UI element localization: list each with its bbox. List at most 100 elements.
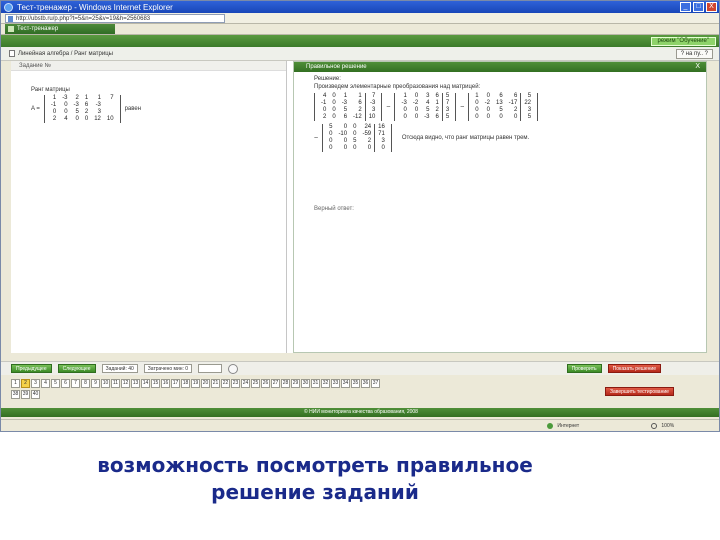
task-number-cell[interactable]: 2 [21, 379, 30, 388]
browser-tab[interactable]: Тест-тренажер [5, 24, 115, 34]
matrix-cell: 0 [64, 102, 68, 108]
maximize-button[interactable]: □ [693, 2, 704, 12]
task-number-cell[interactable]: 10 [101, 379, 110, 388]
task-number-cell[interactable]: 29 [291, 379, 300, 388]
matrix-cell: 5 [499, 107, 503, 113]
task-number-cell[interactable]: 20 [201, 379, 210, 388]
matrix-cell: 6 [435, 93, 439, 99]
prev-button[interactable]: Предыдущее [11, 364, 52, 373]
solution-subtitle: Произведем элементарные преобразования н… [314, 84, 481, 90]
task-label: Ранг матрицы [31, 87, 70, 93]
breadcrumb: Линейная алгебра / Ранг матрицы [9, 50, 676, 57]
pause-icon[interactable] [228, 363, 239, 374]
matrix-cell: -3 [62, 95, 68, 101]
task-number-cell[interactable]: 34 [341, 379, 350, 388]
task-number-cell[interactable]: 23 [231, 379, 240, 388]
favorites-bar: Тест-тренажер [1, 24, 719, 35]
document-icon [9, 50, 15, 57]
task-number-cell[interactable]: 9 [91, 379, 100, 388]
next-button[interactable]: Следующее [57, 364, 96, 373]
task-number-cell[interactable]: 35 [351, 379, 360, 388]
solution-pane-title: Правильное решение [306, 64, 367, 70]
matrix-cell: 2 [84, 109, 89, 115]
task-number-cell[interactable]: 11 [111, 379, 120, 388]
task-number-cell[interactable]: 16 [161, 379, 170, 388]
window-titlebar: Тест-тренажер - Windows Internet Explore… [1, 1, 719, 13]
matrix-cell: 0 [353, 145, 357, 151]
task-number-cell[interactable]: 18 [181, 379, 190, 388]
task-number-cell[interactable]: 7 [71, 379, 80, 388]
matrix-cell: 5 [520, 93, 534, 100]
breadcrumb-text[interactable]: Линейная алгебра / Ранг матрицы [18, 51, 113, 57]
solution-matrix-2: 1 0 3 6 5 -3 -2 4 1 7 0 0 5 2 3 0 0 -3 6 5 [394, 93, 457, 121]
matrix-cell: 22 [520, 100, 534, 107]
matrix-cell: 0 [329, 138, 333, 144]
answer-input[interactable] [198, 364, 223, 373]
matrix-cell: 0 [353, 131, 357, 137]
task-number-cell[interactable]: 14 [141, 379, 150, 388]
matrix-cell: -1 [321, 100, 327, 106]
task-number-cell[interactable]: 38 [11, 390, 20, 399]
task-number-cell[interactable]: 21 [211, 379, 220, 388]
matrix-cell: 0 [332, 93, 336, 99]
address-input[interactable]: http://ubstb.ru/p.php?t=5&n=25&v=19&h=25… [5, 13, 225, 23]
task-number-cell[interactable]: 22 [221, 379, 230, 388]
task-number-cell[interactable]: 40 [31, 390, 40, 399]
task-number-cell[interactable]: 1 [11, 379, 20, 388]
matrix-cell: 0 [499, 114, 503, 120]
matrix-cell [104, 102, 117, 109]
task-number-cell[interactable]: 27 [271, 379, 280, 388]
close-button[interactable]: X [706, 2, 717, 12]
task-number-cell[interactable]: 17 [171, 379, 180, 388]
matrix-cell: 2 [323, 114, 327, 120]
task-number-cell[interactable]: 13 [131, 379, 140, 388]
task-number-cell[interactable]: 25 [251, 379, 260, 388]
task-number-cell[interactable]: 5 [51, 379, 60, 388]
matrix-cell: 5 [426, 107, 430, 113]
matrix-cell: 1 [435, 100, 439, 106]
task-number-cell[interactable]: 4 [41, 379, 50, 388]
task-number-cell[interactable]: 12 [121, 379, 130, 388]
finish-test-button[interactable]: Завершить тестирование [605, 387, 674, 396]
matrix-cell: 0 [367, 145, 372, 151]
task-number-cell[interactable]: 3 [31, 379, 40, 388]
matrix-cell: 0 [403, 114, 407, 120]
task-number-cell[interactable]: 6 [61, 379, 70, 388]
matrix-cell: 0 [64, 109, 68, 115]
matrix-cell: 0 [329, 131, 333, 137]
matrix-cell: -17 [508, 100, 518, 106]
task-number-cell[interactable]: 26 [261, 379, 270, 388]
check-button[interactable]: Проверить [566, 364, 602, 373]
task-number-cell[interactable]: 32 [321, 379, 330, 388]
task-number-cell[interactable]: 19 [191, 379, 200, 388]
matrix-cell: 2 [75, 95, 79, 101]
task-pane-header: Задание № [11, 61, 286, 71]
solution-body: Решение: Произведем элементарные преобра… [314, 76, 704, 155]
mode-button[interactable]: режим "Обучение" [650, 36, 716, 46]
close-solution-icon[interactable]: X [695, 62, 700, 72]
task-number-cell[interactable]: 28 [281, 379, 290, 388]
task-number-cell[interactable]: 31 [311, 379, 320, 388]
tab-label: Тест-тренажер [17, 26, 59, 32]
task-number-cell[interactable]: 8 [81, 379, 90, 388]
matrix-cell: -3 [424, 114, 430, 120]
task-number-cell[interactable]: 24 [241, 379, 250, 388]
task-number-cell[interactable]: 33 [331, 379, 340, 388]
task-number-cell[interactable]: 37 [371, 379, 380, 388]
solution-matrix-3: 1 0 6 6 5 0 -2 13 -17 22 0 0 5 2 3 0 0 0 0 5 [468, 93, 539, 121]
zoom-control[interactable]: 100% [651, 420, 674, 431]
matrix-cell: 1 [343, 93, 348, 99]
matrix-cell: 0 [414, 114, 419, 120]
matrix-cell: 5 [353, 138, 357, 144]
task-number-cell[interactable]: 30 [301, 379, 310, 388]
matrix-cell: 0 [414, 93, 419, 99]
matrix-cell: 3 [520, 107, 534, 114]
help-button[interactable]: ? на пу.. ? [675, 48, 713, 59]
app-footer: © НИИ мониторинга качества образования, … [1, 408, 719, 417]
show-solution-button[interactable]: Показать решение [607, 364, 661, 373]
task-number-cell[interactable]: 15 [151, 379, 160, 388]
task-number-cell[interactable]: 36 [361, 379, 370, 388]
minimize-button[interactable]: _ [680, 2, 691, 12]
matrix-cell: 5 [343, 107, 348, 113]
task-number-cell[interactable]: 39 [21, 390, 30, 399]
